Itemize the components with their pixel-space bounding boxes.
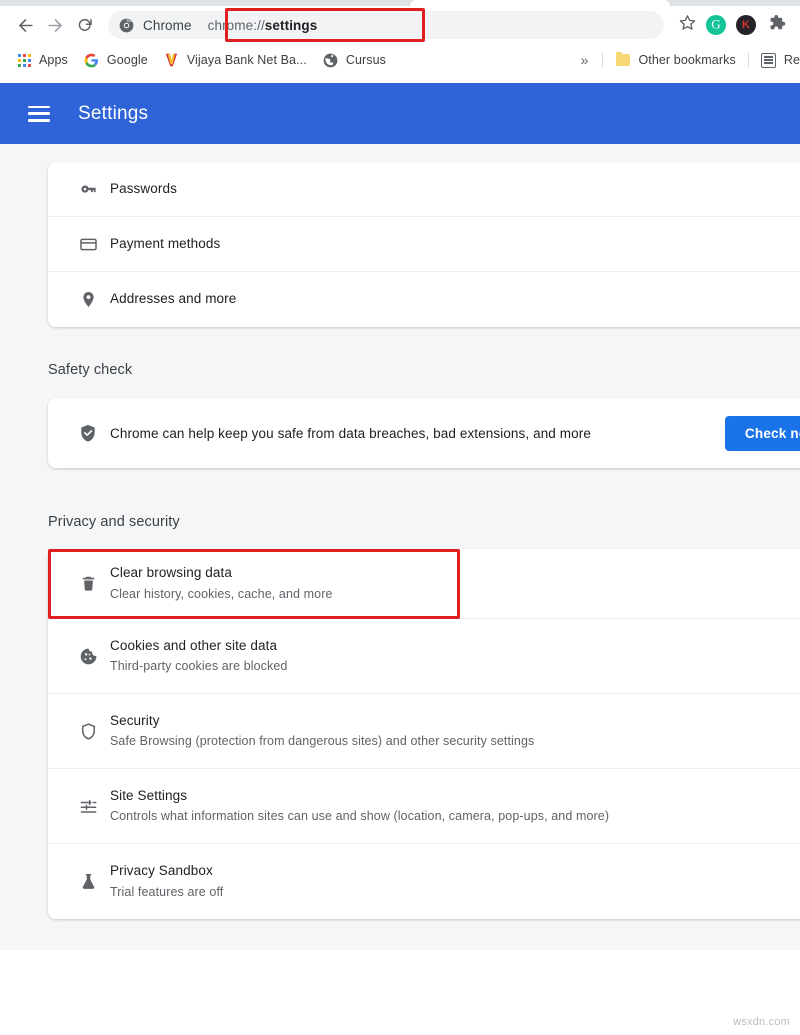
google-g-icon	[84, 52, 100, 68]
chrome-logo-icon	[119, 18, 134, 33]
forward-button[interactable]	[40, 10, 70, 40]
reading-list-button[interactable]: Re	[753, 48, 800, 72]
settings-row-privacy-sandbox[interactable]: Privacy Sandbox Trial features are off	[48, 844, 800, 919]
row-text: Clear browsing data Clear history, cooki…	[110, 564, 800, 602]
bookmark-label: Vijaya Bank Net Ba...	[187, 53, 307, 67]
row-subtitle: Controls what information sites can use …	[110, 808, 800, 825]
cookie-icon	[66, 647, 110, 666]
row-title: Passwords	[110, 180, 800, 198]
safety-check-card: Chrome can help keep you safe from data …	[48, 398, 800, 468]
browser-toolbar: Chrome chrome://settings	[0, 6, 800, 44]
apps-grid-icon	[16, 52, 32, 68]
browser-window: Chrome chrome://settings	[0, 0, 800, 1035]
row-title: Security	[110, 712, 800, 730]
safety-check-row: Chrome can help keep you safe from data …	[48, 398, 800, 468]
bookmarks-bar: Apps Google Vijaya Bank Net Ba...	[0, 44, 800, 76]
settings-row-site-settings[interactable]: Site Settings Controls what information …	[48, 769, 800, 844]
row-text: Site Settings Controls what information …	[110, 787, 800, 825]
back-button[interactable]	[10, 10, 40, 40]
row-subtitle: Third-party cookies are blocked	[110, 658, 800, 675]
row-text: Privacy Sandbox Trial features are off	[110, 862, 800, 900]
extensions-puzzle-icon	[767, 13, 786, 37]
vijaya-bank-icon	[164, 52, 180, 68]
omnibox[interactable]: Chrome chrome://settings	[108, 11, 664, 39]
row-text: Passwords	[110, 180, 800, 198]
reading-list-divider	[748, 52, 749, 68]
autofill-card: Passwords Payment methods	[48, 162, 800, 327]
shield-check-icon	[66, 423, 110, 443]
bookmarks-divider	[602, 52, 603, 68]
row-text: Cookies and other site data Third-party …	[110, 637, 800, 675]
privacy-security-card: Clear browsing data Clear history, cooki…	[48, 549, 800, 919]
bookmarks-overflow-button[interactable]: »	[571, 52, 599, 68]
arrow-right-icon	[46, 16, 65, 35]
omnibox-site-label: Chrome	[143, 18, 192, 33]
row-title: Privacy Sandbox	[110, 862, 800, 880]
bookmark-label: Cursus	[346, 53, 386, 67]
bookmark-star-icon	[679, 14, 696, 36]
bookmark-star-button[interactable]	[672, 10, 702, 40]
reload-icon	[76, 16, 94, 34]
sliders-icon	[66, 797, 110, 816]
page-title: Settings	[78, 103, 148, 125]
hamburger-menu-icon[interactable]	[28, 106, 50, 122]
grammarly-extension-icon	[706, 15, 726, 35]
grammarly-extension-button[interactable]	[702, 11, 730, 39]
bookmark-other-bookmarks[interactable]: Other bookmarks	[607, 48, 743, 72]
url-text: chrome://settings	[208, 18, 318, 33]
kaspersky-extension-button[interactable]	[732, 11, 760, 39]
extensions-button[interactable]	[762, 11, 790, 39]
row-subtitle: Trial features are off	[110, 884, 800, 901]
trash-icon	[66, 574, 110, 593]
safety-check-text: Chrome can help keep you safe from data …	[110, 426, 725, 441]
bookmark-label: Google	[107, 53, 148, 67]
settings-header: Settings	[0, 83, 800, 144]
flask-icon	[66, 872, 110, 891]
row-title: Addresses and more	[110, 290, 800, 308]
settings-row-addresses[interactable]: Addresses and more	[48, 272, 800, 327]
check-now-button[interactable]: Check now	[725, 416, 800, 451]
row-title: Clear browsing data	[110, 564, 800, 582]
row-title: Site Settings	[110, 787, 800, 805]
bookmark-cursus[interactable]: Cursus	[315, 48, 394, 72]
row-text: Security Safe Browsing (protection from …	[110, 712, 800, 750]
row-text: Payment methods	[110, 235, 800, 253]
row-subtitle: Safe Browsing (protection from dangerous…	[110, 733, 800, 750]
key-icon	[66, 180, 110, 199]
row-title: Cookies and other site data	[110, 637, 800, 655]
reading-list-label: Re	[784, 53, 800, 67]
row-text: Addresses and more	[110, 290, 800, 308]
url-input[interactable]: chrome://settings	[208, 11, 658, 39]
credit-card-icon	[66, 235, 110, 254]
settings-row-clear-browsing-data[interactable]: Clear browsing data Clear history, cooki…	[48, 549, 800, 619]
reading-list-icon	[761, 52, 777, 68]
bookmark-vijaya-bank[interactable]: Vijaya Bank Net Ba...	[156, 48, 315, 72]
reload-button[interactable]	[70, 10, 100, 40]
location-pin-icon	[66, 290, 110, 309]
settings-row-payment-methods[interactable]: Payment methods	[48, 217, 800, 272]
chevron-double-right-icon: »	[581, 52, 589, 68]
settings-row-security[interactable]: Security Safe Browsing (protection from …	[48, 694, 800, 769]
bookmark-apps[interactable]: Apps	[8, 48, 76, 72]
kaspersky-extension-icon	[736, 15, 756, 35]
url-path: settings	[265, 18, 318, 33]
watermark: wsxdn.com	[733, 1016, 790, 1028]
row-subtitle: Clear history, cookies, cache, and more	[110, 586, 800, 603]
url-scheme: chrome://	[208, 18, 265, 33]
settings-content: Passwords Payment methods	[0, 144, 800, 950]
folder-icon	[615, 52, 631, 68]
bookmark-label: Apps	[39, 53, 68, 67]
shield-icon	[66, 722, 110, 741]
bookmark-google[interactable]: Google	[76, 48, 156, 72]
settings-row-passwords[interactable]: Passwords	[48, 162, 800, 217]
globe-icon	[323, 52, 339, 68]
arrow-left-icon	[16, 16, 35, 35]
settings-row-cookies[interactable]: Cookies and other site data Third-party …	[48, 619, 800, 694]
section-label-privacy-security: Privacy and security	[48, 514, 180, 530]
row-title: Payment methods	[110, 235, 800, 253]
section-label-safety-check: Safety check	[48, 362, 132, 378]
other-bookmarks-label: Other bookmarks	[638, 53, 735, 67]
